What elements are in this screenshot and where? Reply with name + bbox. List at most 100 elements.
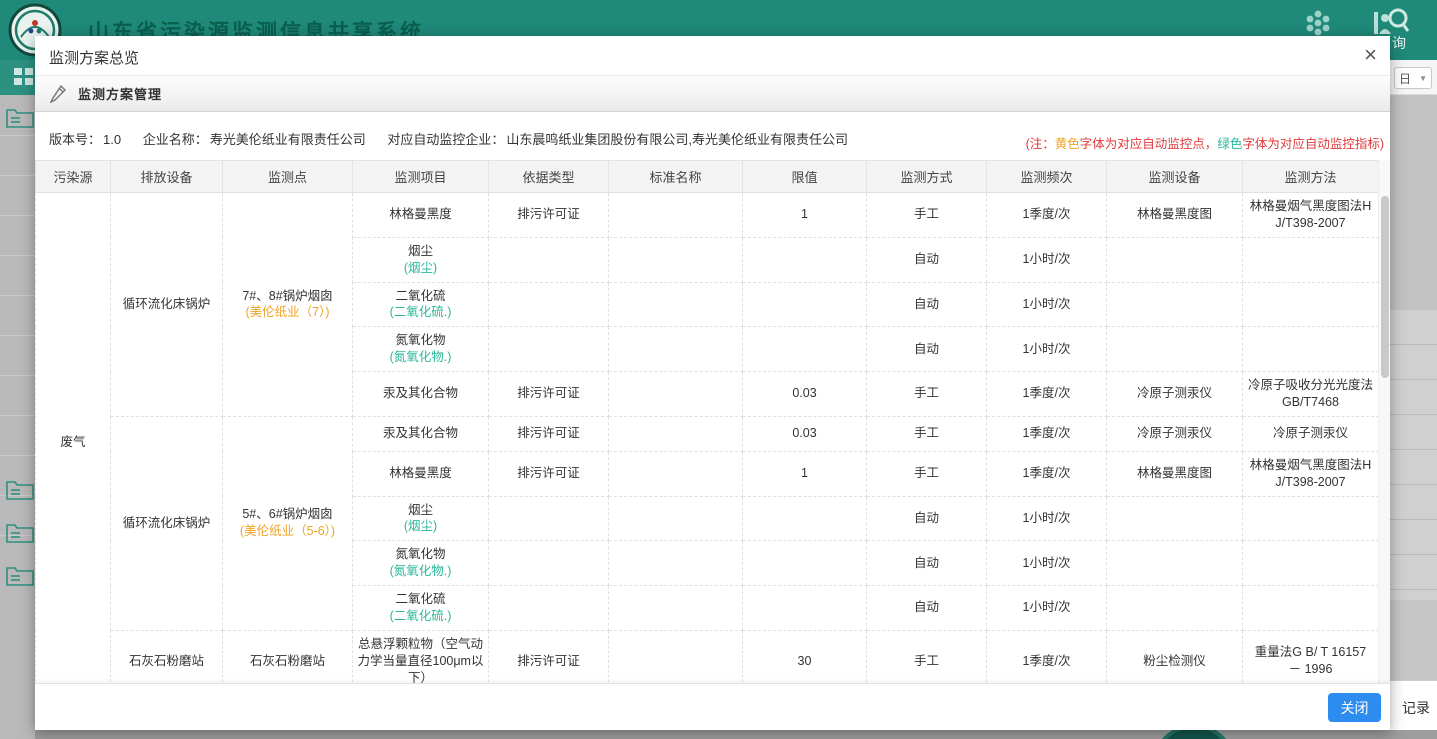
table-cell: 1小时/次 (987, 282, 1107, 327)
close-button[interactable]: 关闭 (1328, 693, 1381, 722)
table-cell: 1小时/次 (987, 237, 1107, 282)
query-label: 询 (1392, 33, 1406, 53)
table-cell: 手工 (867, 630, 987, 683)
column-header: 依据类型 (489, 161, 609, 193)
table-cell (489, 282, 609, 327)
scrollbar-thumb[interactable] (1381, 196, 1389, 378)
divider (0, 295, 35, 296)
table-cell: 手工 (867, 193, 987, 238)
table-cell: 5#、6#锅炉烟囱(美伦纸业（5-6）) (223, 416, 353, 630)
date-dropdown[interactable]: 日 ▼ (1394, 67, 1432, 89)
table-cell (743, 327, 867, 372)
sidebar-item-folder[interactable] (6, 106, 34, 133)
table-cell: 1季度/次 (987, 630, 1107, 683)
table-cell: 1小时/次 (987, 327, 1107, 372)
bottom-strip (35, 730, 1437, 739)
table-cell (1107, 496, 1243, 541)
table-cell: 自动 (867, 237, 987, 282)
column-header: 监测方法 (1243, 161, 1379, 193)
background-right-lower (1390, 600, 1437, 680)
table-cell (609, 372, 743, 417)
table-cell: 汞及其化合物 (353, 416, 489, 451)
sidebar-item-folder[interactable] (6, 478, 34, 505)
table-cell: 自动 (867, 541, 987, 586)
table-cell: 烟尘(烟尘) (353, 496, 489, 541)
column-header: 监测方式 (867, 161, 987, 193)
apps-grid-icon[interactable] (1303, 8, 1333, 38)
table-cell: 石灰石粉磨站 (111, 630, 223, 683)
table-viewport: 污染源排放设备监测点监测项目依据类型标准名称限值监测方式监测频次监测设备监测方法… (35, 160, 1378, 683)
table-cell: 冷原子测汞仪 (1107, 372, 1243, 417)
table-header-row: 污染源排放设备监测点监测项目依据类型标准名称限值监测方式监测频次监测设备监测方法 (36, 161, 1379, 193)
version-label: 版本号： (49, 132, 101, 147)
table-cell (609, 416, 743, 451)
column-header: 污染源 (36, 161, 111, 193)
table-cell (609, 451, 743, 496)
note-text: 字体为对应自动监控指标) (1242, 137, 1384, 151)
table-cell: 排污许可证 (489, 416, 609, 451)
user-search-icon[interactable] (1372, 6, 1410, 36)
table-cell (1243, 282, 1379, 327)
table-cell (1243, 586, 1379, 631)
chevron-down-icon: ▼ (1419, 74, 1427, 83)
table-cell (609, 282, 743, 327)
table-cell (1243, 496, 1379, 541)
table-cell: 林格曼黑度 (353, 451, 489, 496)
divider (0, 135, 35, 136)
table-cell (489, 496, 609, 541)
folder-icon (6, 106, 34, 128)
table-cell: 二氧化硫(二氧化硫.) (353, 282, 489, 327)
date-dropdown-label: 日 (1399, 70, 1411, 87)
table-cell: 自动 (867, 496, 987, 541)
table-cell: 林格曼黑度图 (1107, 451, 1243, 496)
column-header: 监测点 (223, 161, 353, 193)
modal-close-button[interactable]: × (1364, 43, 1377, 67)
table-cell: 循环流化床锅炉 (111, 416, 223, 630)
table-cell: 自动 (867, 327, 987, 372)
close-icon: × (1364, 42, 1377, 67)
background-right-rows (1390, 310, 1437, 600)
table-cell: 1小时/次 (987, 541, 1107, 586)
column-header: 排放设备 (111, 161, 223, 193)
column-header: 监测项目 (353, 161, 489, 193)
color-legend-note: (注：黄色字体为对应自动监控点，绿色字体为对应自动监控指标) (1026, 133, 1384, 152)
table-cell: 手工 (867, 372, 987, 417)
column-header: 监测设备 (1107, 161, 1243, 193)
table-cell (489, 541, 609, 586)
screen: 山东省污染源监测信息共享系统 询 日 ▼ (0, 0, 1437, 739)
version-value: 1.0 (103, 132, 121, 147)
note-text: 字体为对应自动监控点， (1080, 137, 1218, 151)
modal-title: 监测方案总览 (49, 47, 139, 68)
auto-company-value: 山东晨鸣纸业集团股份有限公司,寿光美伦纸业有限责任公司 (506, 132, 848, 147)
table-cell: 1季度/次 (987, 372, 1107, 417)
table-cell: 氮氧化物(氮氧化物.) (353, 327, 489, 372)
table-cell: 0.03 (743, 372, 867, 417)
note-text: (注： (1026, 137, 1055, 151)
table-cell (489, 586, 609, 631)
table-cell: 林格曼烟气黑度图法HJ/T398-2007 (1243, 193, 1379, 238)
sidebar-item-folder[interactable] (6, 564, 34, 591)
table-cell (489, 327, 609, 372)
plan-info: 版本号：1.0 企业名称：寿光美伦纸业有限责任公司 对应自动监控企业：山东晨鸣纸… (49, 129, 850, 148)
table-cell (1107, 282, 1243, 327)
table-cell: 30 (743, 630, 867, 683)
table-cell (609, 541, 743, 586)
table-cell (609, 193, 743, 238)
divider (0, 415, 35, 416)
sidebar-item-folder[interactable] (6, 521, 34, 548)
table-cell: 二氧化硫(二氧化硫.) (353, 586, 489, 631)
table-cell: 废气 (36, 193, 111, 684)
table-cell (743, 541, 867, 586)
table-row: 废气循环流化床锅炉7#、8#锅炉烟囱(美伦纸业（7）)林格曼黑度排污许可证1手工… (36, 193, 1379, 238)
note-green: 绿色 (1217, 137, 1242, 151)
table-row: 循环流化床锅炉5#、6#锅炉烟囱(美伦纸业（5-6）)汞及其化合物排污许可证0.… (36, 416, 1379, 451)
table-cell (609, 630, 743, 683)
table-cell: 林格曼黑度图 (1107, 193, 1243, 238)
table-cell: 排污许可证 (489, 630, 609, 683)
folder-icon (6, 521, 34, 543)
info-row: 版本号：1.0 企业名称：寿光美伦纸业有限责任公司 对应自动监控企业：山东晨鸣纸… (35, 112, 1390, 160)
divider (0, 175, 35, 176)
scrollbar-track[interactable] (1378, 160, 1390, 683)
pen-icon (50, 85, 66, 103)
sidebar-menu-toggle[interactable] (0, 60, 35, 95)
